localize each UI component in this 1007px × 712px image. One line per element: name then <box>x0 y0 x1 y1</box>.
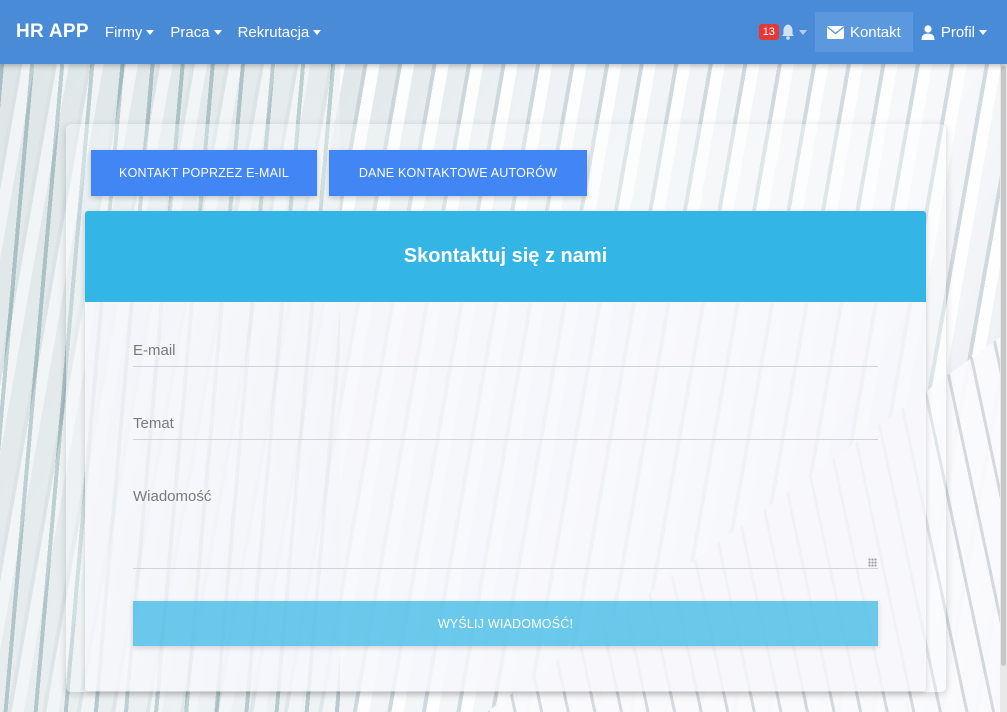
nav-item-firmy[interactable]: Firmy <box>105 24 155 41</box>
nav-item-label: Rekrutacja <box>237 23 310 41</box>
user-icon <box>921 24 935 40</box>
chevron-down-icon <box>313 29 322 35</box>
nav-item-praca[interactable]: Praca <box>170 23 222 41</box>
app-brand[interactable]: HR APP <box>16 21 89 43</box>
contact-form-title: Skontaktuj się z nami <box>85 211 926 302</box>
subject-field[interactable] <box>133 415 878 440</box>
top-navbar: HR APP Firmy Praca Rekrutacja 13 Kontakt <box>0 0 1007 64</box>
navbar-right: 13 Kontakt Profil <box>758 0 1007 64</box>
tab-email-contact[interactable]: KONTAKT POPRZEZ E-MAIL <box>91 150 317 196</box>
email-field[interactable] <box>133 342 878 367</box>
chevron-down-icon <box>146 29 155 35</box>
profile-dropdown[interactable]: Profil <box>921 24 987 41</box>
notification-count-badge: 13 <box>758 24 779 40</box>
envelope-icon <box>826 25 844 39</box>
page-scrollbar[interactable] <box>1000 64 1007 712</box>
chevron-down-icon <box>979 29 987 35</box>
nav-item-rekrutacja[interactable]: Rekrutacja <box>238 24 322 41</box>
scrollbar-thumb[interactable] <box>1001 66 1006 666</box>
contact-link-label: Kontakt <box>849 23 901 41</box>
notifications-dropdown[interactable]: 13 <box>758 24 807 40</box>
send-message-button[interactable]: WYŚLIJ WIADOMOŚĆ! <box>133 601 878 646</box>
message-field[interactable] <box>133 488 878 569</box>
profile-label: Profil <box>940 23 975 41</box>
tab-authors-contact[interactable]: DANE KONTAKTOWE AUTORÓW <box>329 150 587 196</box>
chevron-down-icon <box>798 29 807 35</box>
bell-icon <box>781 24 794 40</box>
chevron-down-icon <box>213 29 222 35</box>
nav-item-label: Firmy <box>104 23 143 41</box>
resize-handle-icon[interactable] <box>868 558 877 567</box>
contact-link[interactable]: Kontakt <box>814 12 913 52</box>
nav-item-label: Praca <box>170 23 210 41</box>
